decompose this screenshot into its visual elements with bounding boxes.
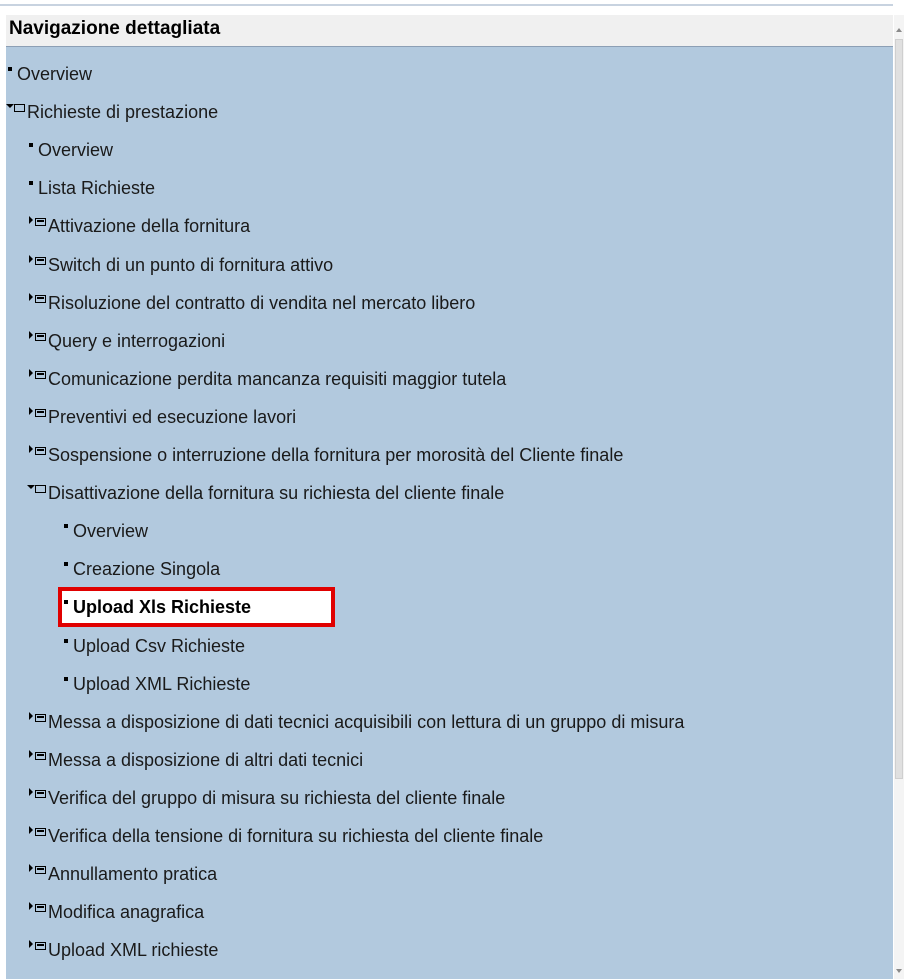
tree-folder-item[interactable]: Annullamento pratica bbox=[6, 863, 893, 901]
tree-folder-item[interactable]: Modifica anagrafica bbox=[6, 901, 893, 939]
tree-item-label[interactable]: Annullamento pratica bbox=[48, 863, 217, 885]
tree-item-label[interactable]: Lista Richieste bbox=[38, 177, 155, 199]
tree-folder-item[interactable]: Verifica del gruppo di misura su richies… bbox=[6, 787, 893, 825]
folder-icon bbox=[35, 257, 46, 265]
folder-icon bbox=[35, 904, 46, 912]
tree-item-label[interactable]: Disattivazione della fornitura su richie… bbox=[48, 482, 504, 504]
collapsed-arrow-icon[interactable] bbox=[29, 864, 33, 872]
tree-item-label[interactable]: Attivazione della fornitura bbox=[48, 215, 250, 237]
bullet-icon bbox=[64, 600, 68, 604]
tree-leaf-item[interactable]: Lista Richieste bbox=[6, 177, 893, 215]
tree-folder-item[interactable]: Verifica della tensione di fornitura su … bbox=[6, 825, 893, 863]
tree-folder-item[interactable]: Comunicazione perdita mancanza requisiti… bbox=[6, 368, 893, 406]
collapsed-arrow-icon[interactable] bbox=[29, 407, 33, 415]
tree-item-label[interactable]: Overview bbox=[73, 520, 148, 542]
tree-leaf-item[interactable]: Upload Xls Richieste bbox=[6, 596, 893, 634]
tree-folder-item[interactable]: Messa a disposizione di dati tecnici acq… bbox=[6, 711, 893, 749]
navigation-tree: Overview Richieste di prestazione Overview… bbox=[6, 47, 893, 979]
folder-icon bbox=[35, 752, 46, 760]
collapsed-arrow-icon[interactable] bbox=[29, 826, 33, 834]
folder-icon bbox=[35, 790, 46, 798]
tree-folder-item[interactable]: Upload XML richieste bbox=[6, 939, 893, 977]
tree-folder-item[interactable]: Disattivazione della fornitura su richie… bbox=[6, 482, 893, 520]
tree-item-label[interactable]: Messa a disposizione di altri dati tecni… bbox=[48, 749, 363, 771]
bullet-icon bbox=[64, 677, 68, 681]
collapsed-arrow-icon[interactable] bbox=[29, 331, 33, 339]
scrollbar-thumb[interactable] bbox=[895, 39, 903, 779]
tree-item-label[interactable]: Switch di un punto di fornitura attivo bbox=[48, 254, 333, 276]
panel-header: Navigazione dettagliata bbox=[6, 15, 893, 47]
folder-icon bbox=[35, 942, 46, 950]
tree-item-label[interactable]: Preventivi ed esecuzione lavori bbox=[48, 406, 296, 428]
bullet-icon bbox=[29, 181, 33, 185]
tree-item-label[interactable]: Sospensione o interruzione della fornitu… bbox=[48, 444, 623, 466]
tree-item-label[interactable]: Upload Csv Richieste bbox=[73, 635, 245, 657]
bullet-icon bbox=[29, 143, 33, 147]
tree-folder-item[interactable]: Attivazione della fornitura bbox=[6, 215, 893, 253]
folder-icon bbox=[35, 371, 46, 379]
folder-icon bbox=[35, 218, 46, 226]
collapsed-arrow-icon[interactable] bbox=[29, 445, 33, 453]
vertical-scrollbar[interactable] bbox=[894, 15, 904, 979]
tree-item-label[interactable]: Upload XML Richieste bbox=[73, 673, 250, 695]
collapsed-arrow-icon[interactable] bbox=[29, 902, 33, 910]
tree-folder-item[interactable]: Richieste di prestazione bbox=[6, 101, 893, 139]
tree-leaf-item[interactable]: Upload XML Richieste bbox=[6, 673, 893, 711]
collapsed-arrow-icon[interactable] bbox=[29, 255, 33, 263]
tree-folder-item[interactable]: Sospensione o interruzione della fornitu… bbox=[6, 444, 893, 482]
tree-item-label[interactable]: Risoluzione del contratto di vendita nel… bbox=[48, 292, 475, 314]
collapsed-arrow-icon[interactable] bbox=[29, 750, 33, 758]
folder-icon bbox=[35, 333, 46, 341]
tree-item-label[interactable]: Richieste di prestazione bbox=[27, 101, 218, 123]
tree-folder-item[interactable]: Query e interrogazioni bbox=[6, 330, 893, 368]
tree-item-label[interactable]: Query e interrogazioni bbox=[48, 330, 225, 352]
folder-icon bbox=[35, 447, 46, 455]
tree-leaf-item[interactable]: Overview bbox=[6, 520, 893, 558]
collapsed-arrow-icon[interactable] bbox=[29, 940, 33, 948]
collapsed-arrow-icon[interactable] bbox=[29, 788, 33, 796]
panel-title: Navigazione dettagliata bbox=[9, 18, 221, 39]
tree-folder-item[interactable]: Preventivi ed esecuzione lavori bbox=[6, 406, 893, 444]
scroll-down-arrow-icon[interactable] bbox=[896, 969, 902, 973]
open-folder-icon bbox=[35, 485, 46, 493]
folder-icon bbox=[35, 866, 46, 874]
collapsed-arrow-icon[interactable] bbox=[29, 293, 33, 301]
tree-item-label[interactable]: Upload Xls Richieste bbox=[73, 596, 251, 618]
tree-item-label[interactable]: Creazione Singola bbox=[73, 558, 220, 580]
collapsed-arrow-icon[interactable] bbox=[29, 369, 33, 377]
tree-folder-item[interactable]: Messa a disposizione di altri dati tecni… bbox=[6, 749, 893, 787]
tree-item-label[interactable]: Modifica anagrafica bbox=[48, 901, 204, 923]
tree-item-label[interactable]: Verifica del gruppo di misura su richies… bbox=[48, 787, 505, 809]
tree-leaf-item[interactable]: Overview bbox=[6, 139, 893, 177]
tree-item-label[interactable]: Comunicazione perdita mancanza requisiti… bbox=[48, 368, 506, 390]
detailed-navigation-panel: Navigazione dettagliata Overview Richiest… bbox=[0, 0, 904, 979]
tree-item-label[interactable]: Overview bbox=[38, 139, 113, 161]
tree-leaf-item[interactable]: Overview bbox=[6, 63, 893, 101]
tree-item-label[interactable]: Overview bbox=[17, 63, 92, 85]
top-divider bbox=[0, 4, 893, 6]
tree-item-label[interactable]: Verifica della tensione di fornitura su … bbox=[48, 825, 543, 847]
folder-icon bbox=[35, 714, 46, 722]
tree-folder-item[interactable]: Risoluzione del contratto di vendita nel… bbox=[6, 292, 893, 330]
collapsed-arrow-icon[interactable] bbox=[29, 712, 33, 720]
folder-icon bbox=[35, 409, 46, 417]
tree-item-label[interactable]: Upload XML richieste bbox=[48, 939, 218, 961]
tree-item-label[interactable]: Messa a disposizione di dati tecnici acq… bbox=[48, 711, 684, 733]
folder-icon bbox=[35, 295, 46, 303]
bullet-icon bbox=[64, 639, 68, 643]
bullet-icon bbox=[64, 524, 68, 528]
folder-icon bbox=[35, 828, 46, 836]
bullet-icon bbox=[64, 562, 68, 566]
expanded-arrow-icon[interactable] bbox=[27, 485, 35, 489]
open-folder-icon bbox=[14, 104, 25, 112]
tree-leaf-item[interactable]: Upload Csv Richieste bbox=[6, 635, 893, 673]
bullet-icon bbox=[8, 67, 12, 71]
tree-folder-item[interactable]: Switch di un punto di fornitura attivo bbox=[6, 254, 893, 292]
scroll-up-arrow-icon[interactable] bbox=[896, 28, 902, 32]
collapsed-arrow-icon[interactable] bbox=[29, 216, 33, 224]
expanded-arrow-icon[interactable] bbox=[6, 104, 14, 108]
